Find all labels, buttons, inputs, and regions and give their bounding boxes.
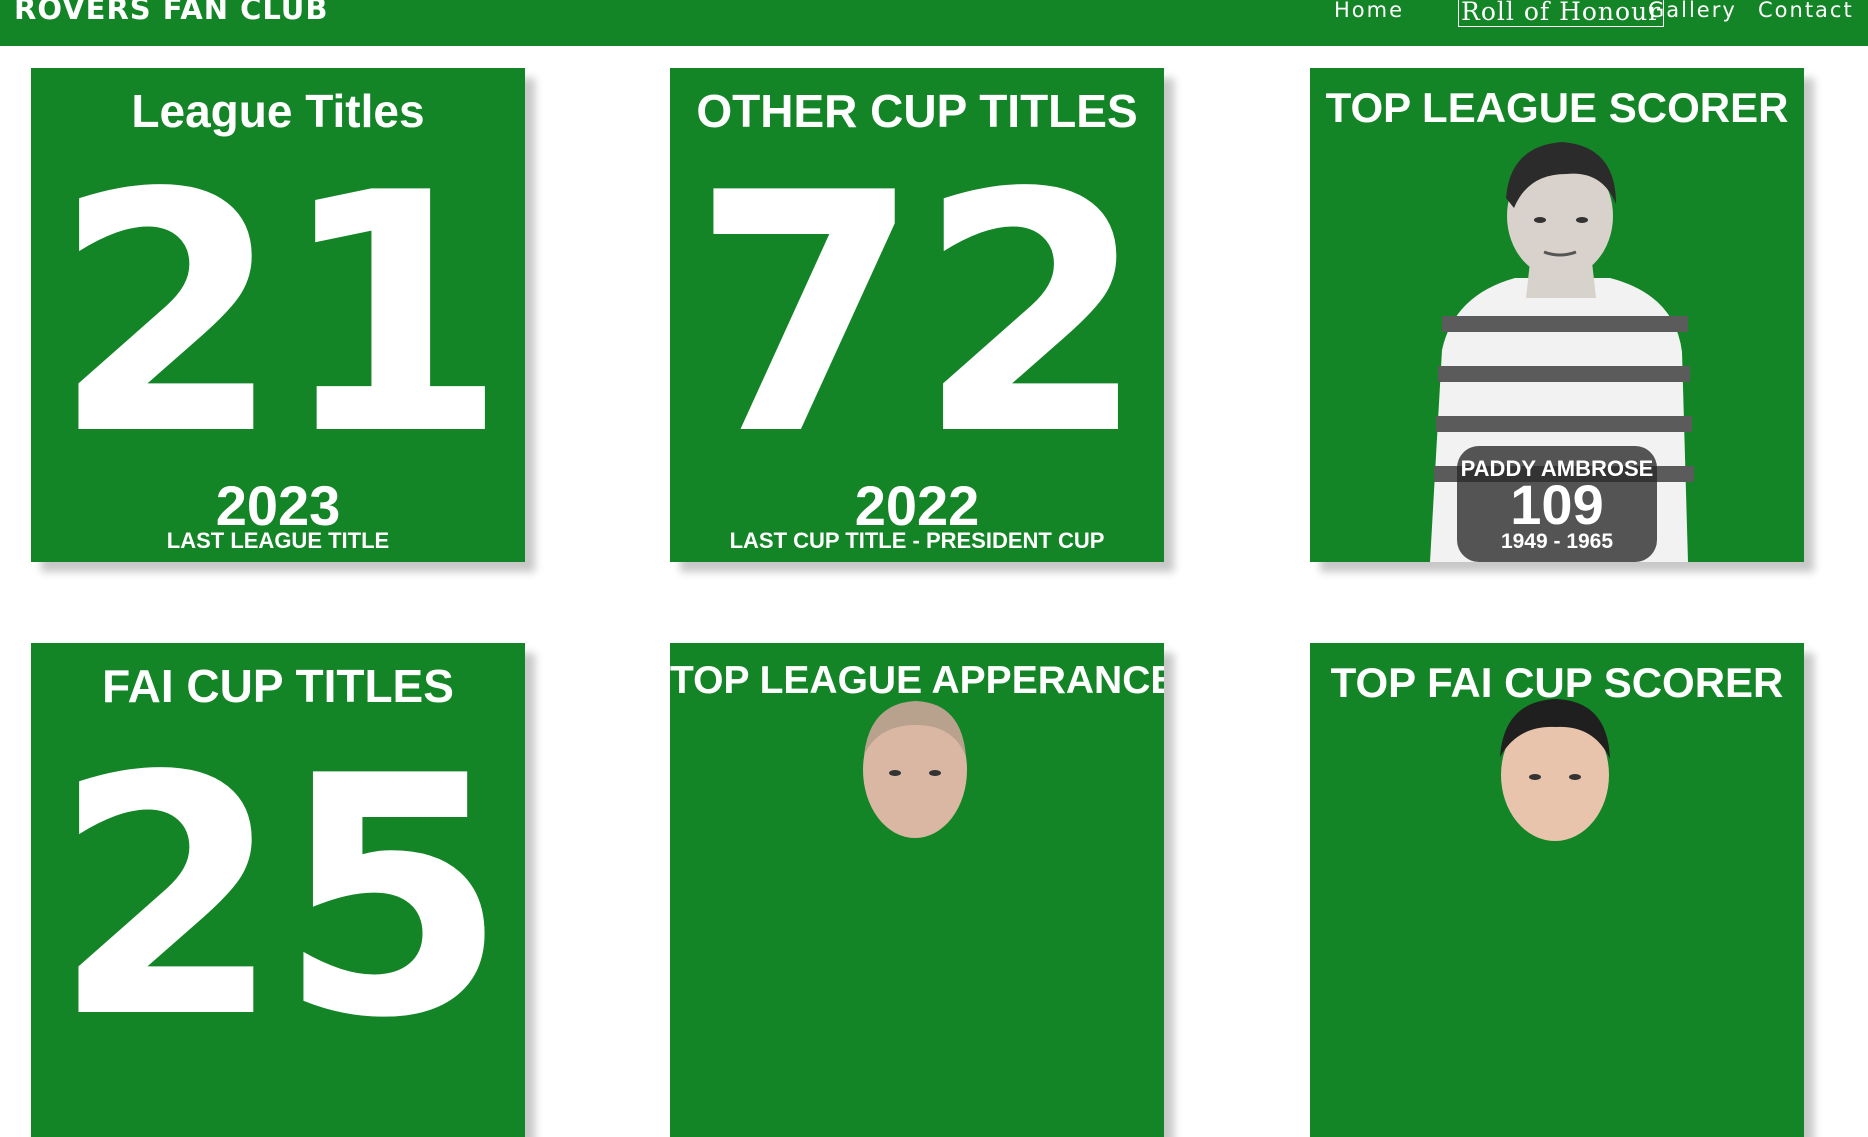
- scorer-goals: 109: [1510, 473, 1604, 536]
- last-cup-caption: LAST CUP TITLE - PRESIDENT CUP: [729, 528, 1105, 553]
- nav-gallery[interactable]: Gallery: [1648, 0, 1737, 22]
- league-titles-card: League Titles 21 2023 LAST LEAGUE TITLE: [31, 68, 525, 562]
- nav-home[interactable]: Home: [1334, 0, 1404, 22]
- other-cup-titles-card: OTHER CUP TITLES 72 2022 LAST CUP TITLE …: [670, 68, 1164, 562]
- top-league-appearance-card: TOP LEAGUE APPERANCE: [670, 643, 1164, 1137]
- top-navbar: ROVERS FAN CLUB Home Roll of Honour Gall…: [0, 0, 1868, 46]
- card-title: FAI CUP TITLES: [102, 660, 454, 712]
- fai-cup-titles-count: 25: [52, 706, 507, 1090]
- league-titles-count: 21: [52, 123, 507, 507]
- fai-cup-titles-card: FAI CUP TITLES 25: [31, 643, 525, 1137]
- last-league-year: 2023: [215, 474, 341, 537]
- top-league-scorer-card: TOP LEAGUE SCORER PADDY AMBROSE 109 1949…: [1310, 68, 1804, 562]
- player-photo: [863, 701, 967, 838]
- last-league-caption: LAST LEAGUE TITLE: [166, 528, 390, 553]
- scorer-years: 1949 - 1965: [1500, 530, 1614, 553]
- scorer-badge: PADDY AMBROSE 109 1949 - 1965: [1457, 446, 1657, 562]
- top-fai-cup-scorer-card: TOP FAI CUP SCORER: [1310, 643, 1804, 1137]
- last-cup-year: 2022: [854, 474, 980, 537]
- other-cup-titles-count: 72: [691, 123, 1146, 507]
- nav-roll-of-honour[interactable]: Roll of Honour: [1458, 0, 1665, 27]
- site-brand[interactable]: ROVERS FAN CLUB: [14, 0, 328, 26]
- nav-contact[interactable]: Contact: [1758, 0, 1854, 22]
- player-photo: [1500, 699, 1610, 841]
